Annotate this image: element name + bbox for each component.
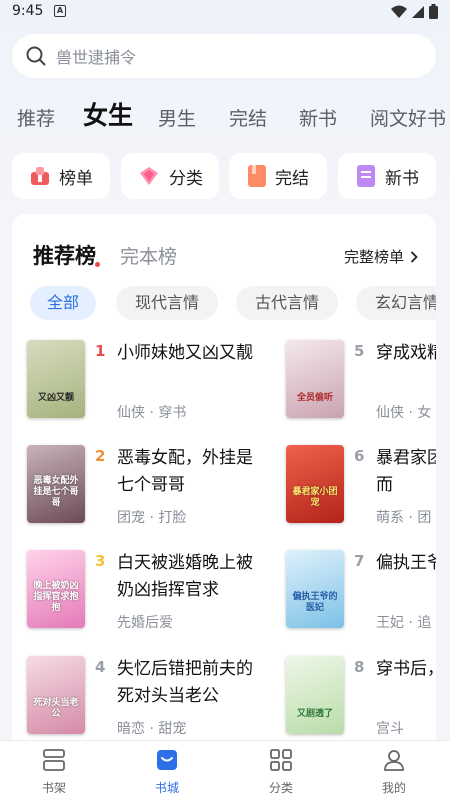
- battery-icon: [429, 4, 438, 19]
- book-item[interactable]: 又剧透了 8 穿书后，妃又剧 宫斗: [286, 656, 436, 746]
- book-title: 穿书后，妃又剧: [376, 659, 436, 679]
- rank-number: 5: [354, 342, 365, 360]
- book-cover: 暴君家小团宠: [286, 445, 344, 523]
- book-title: 暴君家团宠她恃宠而: [376, 448, 436, 495]
- notification-icon: A: [54, 5, 66, 17]
- system-icons: [391, 4, 438, 19]
- nav-category[interactable]: 分类: [241, 747, 321, 796]
- tab-finished[interactable]: 完结: [229, 104, 267, 131]
- nav-profile[interactable]: 我的: [354, 747, 434, 796]
- chip-modern[interactable]: 现代言情: [116, 286, 218, 320]
- book-title: 小师妹她又凶又靓: [117, 343, 253, 363]
- book-title: 偏执王爷医妃: [376, 553, 436, 573]
- book-cover: 晚上被奶凶指挥官求抱抱: [27, 550, 85, 628]
- rank-number: 2: [95, 447, 106, 465]
- ranking-header: 推荐榜 完本榜 完整榜单: [12, 240, 436, 274]
- tab-male[interactable]: 男生: [158, 104, 196, 131]
- chip-ancient[interactable]: 古代言情: [236, 286, 338, 320]
- quick-link-finished[interactable]: 完结: [229, 153, 327, 199]
- book-cover: 又凶又靓: [27, 340, 85, 418]
- ranking-panel: 推荐榜 完本榜 完整榜单 全部 现代言情 古代言情 玄幻言情 又凶又靓 1 小师…: [12, 214, 436, 754]
- book-title: 穿成戏精妹，全员: [376, 343, 436, 363]
- book-tags: 暗恋 · 甜宠: [117, 721, 187, 737]
- tab-recommend[interactable]: 推荐: [17, 104, 55, 131]
- book-tags: 团宠 · 打脸: [117, 510, 187, 526]
- nav-bookstore[interactable]: 书城: [127, 747, 207, 796]
- quick-link-label: 分类: [169, 168, 203, 189]
- bookstore-icon: [157, 750, 177, 770]
- profile-icon: [384, 750, 404, 771]
- book-item[interactable]: 全员偷听 5 穿成戏精妹，全员 仙侠 · 女: [286, 340, 436, 430]
- quick-link-ranking[interactable]: 榜单: [12, 153, 110, 199]
- book-tags: 先婚后爱: [117, 615, 173, 631]
- tab-new[interactable]: 新书: [299, 104, 337, 131]
- tab-female[interactable]: 女生: [83, 96, 133, 132]
- tab-completed-list[interactable]: 完本榜: [120, 242, 177, 269]
- tab-recommended-list[interactable]: 推荐榜: [33, 240, 100, 270]
- tab-good-books[interactable]: 阅文好书: [370, 104, 446, 131]
- book-tags: 宫斗: [376, 721, 404, 737]
- quick-link-label: 榜单: [59, 168, 93, 189]
- chevron-right-icon: [410, 250, 418, 263]
- chip-all[interactable]: 全部: [30, 286, 96, 320]
- book-cover: 恶毒女配外挂是七个哥哥: [27, 445, 85, 523]
- quick-link-new[interactable]: 新书: [338, 153, 436, 199]
- channel-tabs: 推荐 女生 男生 完结 新书 阅文好书: [0, 96, 450, 136]
- book-tags: 王妃 · 追: [376, 615, 432, 631]
- quick-link-label: 新书: [385, 168, 419, 189]
- rank-number: 4: [95, 658, 106, 676]
- grid-category-icon: [270, 749, 292, 771]
- rank-number: 3: [95, 552, 106, 570]
- book-item[interactable]: 偏执王爷的医妃 7 偏执王爷医妃 王妃 · 追: [286, 550, 436, 640]
- book-item[interactable]: 死对头当老公 4 失忆后错把前夫的死对头当老公 暗恋 · 甜宠: [27, 656, 253, 746]
- book-cover: 全员偷听: [286, 340, 344, 418]
- signal-icon: [412, 5, 424, 18]
- book-item[interactable]: 恶毒女配外挂是七个哥哥 2 恶毒女配，外挂是七个哥哥 团宠 · 打脸: [27, 445, 253, 535]
- book-tags: 萌系 · 团: [376, 510, 432, 526]
- bottom-nav: 书架 书城 分类 我的: [0, 740, 450, 800]
- quick-link-category[interactable]: 分类: [121, 153, 219, 199]
- wifi-icon: [391, 5, 407, 18]
- book-title: 恶毒女配，外挂是七个哥哥: [117, 448, 253, 495]
- nav-bookshelf[interactable]: 书架: [14, 747, 94, 796]
- book-item[interactable]: 晚上被奶凶指挥官求抱抱 3 白天被逃婚晚上被奶凶指挥官求 先婚后爱: [27, 550, 253, 640]
- book-title: 白天被逃婚晚上被奶凶指挥官求: [117, 553, 253, 600]
- quick-link-label: 完结: [275, 168, 309, 189]
- search-placeholder: 兽世逮捕令: [56, 48, 137, 67]
- rank-number: 1: [95, 342, 106, 360]
- book-cover: 又剧透了: [286, 656, 344, 734]
- book-tags: 仙侠 · 穿书: [117, 405, 187, 421]
- active-dot: [95, 262, 100, 267]
- rank-number: 7: [354, 552, 365, 570]
- finished-icon: [248, 165, 266, 187]
- search-icon: [26, 46, 46, 66]
- book-item[interactable]: 又凶又靓 1 小师妹她又凶又靓 仙侠 · 穿书: [27, 340, 253, 430]
- book-title: 失忆后错把前夫的死对头当老公: [117, 659, 253, 706]
- book-cover: 偏执王爷的医妃: [286, 550, 344, 628]
- bookshelf-icon: [43, 749, 65, 771]
- status-bar: 9:45 A: [0, 0, 450, 24]
- book-tags: 仙侠 · 女: [376, 405, 432, 421]
- book-cover: 死对头当老公: [27, 656, 85, 734]
- ranking-icon: [31, 167, 49, 185]
- chip-fantasy[interactable]: 玄幻言情: [356, 286, 436, 320]
- new-book-icon: [357, 165, 375, 187]
- full-list-link[interactable]: 完整榜单: [344, 246, 418, 267]
- search-bar[interactable]: 兽世逮捕令: [12, 34, 436, 78]
- book-item[interactable]: 暴君家小团宠 6 暴君家团宠她恃宠而 萌系 · 团: [286, 445, 436, 535]
- rank-number: 8: [354, 658, 365, 676]
- rank-number: 6: [354, 447, 365, 465]
- category-icon: [140, 167, 158, 185]
- status-time: 9:45: [12, 3, 44, 19]
